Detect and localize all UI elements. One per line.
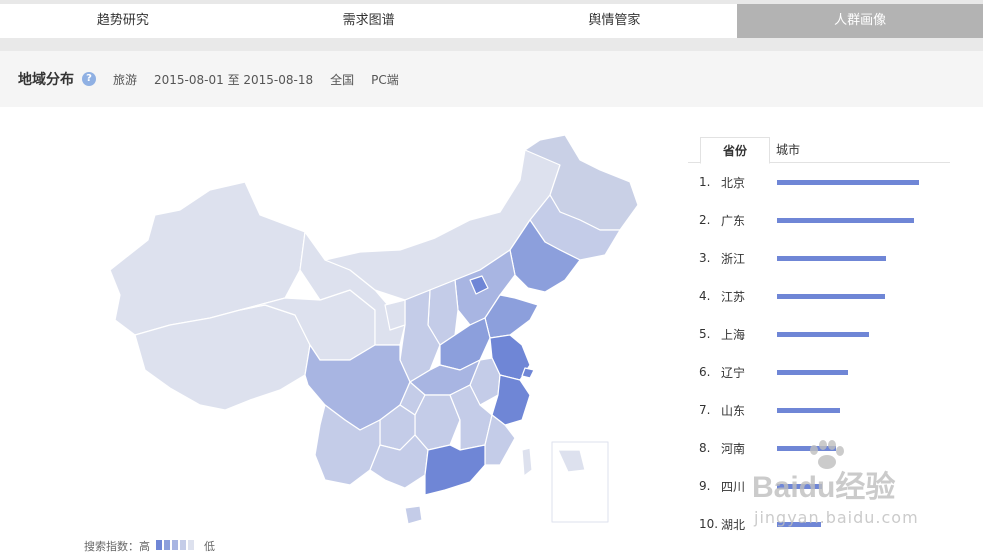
rank-number: 3. <box>699 251 711 265</box>
map-region-hainan[interactable] <box>404 505 423 525</box>
china-map[interactable] <box>60 120 660 540</box>
rank-number: 2. <box>699 213 711 227</box>
tab-city[interactable]: 城市 <box>753 137 823 163</box>
rank-bar <box>777 521 821 527</box>
tab-trend[interactable]: 趋势研究 <box>0 4 246 38</box>
rank-number: 1. <box>699 175 711 189</box>
map-legend: 搜索指数：高 低 <box>84 538 215 554</box>
rank-bar <box>777 369 848 375</box>
legend-swatch <box>156 539 162 550</box>
rank-region-name: 北京 <box>721 175 746 190</box>
tab-demand[interactable]: 需求图谱 <box>246 4 492 38</box>
rank-bar <box>777 293 885 299</box>
section-title: 地域分布 <box>18 72 74 88</box>
rank-bar <box>777 255 886 261</box>
legend-swatch <box>172 539 178 550</box>
legend-high-label: 搜索指数：高 <box>84 540 150 553</box>
legend-low-label: 低 <box>204 540 215 553</box>
rank-bar <box>777 445 836 451</box>
map-region-shanghai[interactable] <box>521 367 535 379</box>
tab-sentiment[interactable]: 舆情管家 <box>492 4 738 38</box>
separator <box>0 38 983 51</box>
region-label[interactable]: 全国 <box>330 71 354 88</box>
rank-region-name: 湖北 <box>721 517 746 532</box>
legend-swatch <box>188 539 194 550</box>
rank-number: 10. <box>699 517 719 531</box>
help-circle-icon[interactable]: ? <box>82 72 96 86</box>
rank-bar <box>777 179 919 185</box>
rank-bar <box>777 407 840 413</box>
rank-region-name: 江苏 <box>721 289 746 304</box>
rank-row[interactable]: 6. 辽宁 <box>699 358 848 386</box>
rank-row[interactable]: 3. 浙江 <box>699 244 886 272</box>
rank-number: 6. <box>699 365 711 379</box>
legend-swatch <box>164 539 170 550</box>
rank-number: 5. <box>699 327 711 341</box>
map-region-guangdong[interactable] <box>424 444 486 496</box>
rank-number: 9. <box>699 479 711 493</box>
rank-row[interactable]: 1. 北京 <box>699 168 919 196</box>
tab-audience[interactable]: 人群画像 <box>737 4 983 38</box>
filter-bar: 地域分布 ? 旅游 2015-08-01 至 2015-08-18 全国 PC端 <box>0 51 983 107</box>
rank-region-name: 广东 <box>721 213 746 228</box>
rank-row[interactable]: 2. 广东 <box>699 206 914 234</box>
rank-bar <box>777 217 914 223</box>
rank-number: 7. <box>699 403 711 417</box>
rank-region-name: 河南 <box>721 441 746 456</box>
legend-swatches <box>156 539 196 553</box>
rank-region-name: 辽宁 <box>721 365 746 380</box>
ranking-tabs: 省份 城市 <box>688 137 950 164</box>
rank-row[interactable]: 8. 河南 <box>699 434 836 462</box>
keyword-label: 旅游 <box>113 72 138 87</box>
legend-swatch <box>180 539 186 550</box>
rank-row[interactable]: 10. 湖北 <box>699 510 821 538</box>
rank-number: 8. <box>699 441 711 455</box>
rank-bar <box>777 483 822 489</box>
rank-row[interactable]: 7. 山东 <box>699 396 840 424</box>
date-range-label[interactable]: 2015-08-01 至 2015-08-18 <box>154 71 313 88</box>
rank-region-name: 山东 <box>721 403 746 418</box>
rank-region-name: 四川 <box>721 479 746 494</box>
map-region-taiwan[interactable] <box>521 447 533 477</box>
main-tabs: 趋势研究 需求图谱 舆情管家 人群画像 <box>0 4 983 38</box>
rank-row[interactable]: 9. 四川 <box>699 472 822 500</box>
rank-bar <box>777 331 869 337</box>
rank-number: 4. <box>699 289 711 303</box>
south-sea-islands <box>557 449 586 473</box>
rank-row[interactable]: 5. 上海 <box>699 320 869 348</box>
rank-region-name: 浙江 <box>721 251 746 266</box>
device-label[interactable]: PC端 <box>371 71 399 88</box>
rank-region-name: 上海 <box>721 327 746 342</box>
rank-row[interactable]: 4. 江苏 <box>699 282 885 310</box>
